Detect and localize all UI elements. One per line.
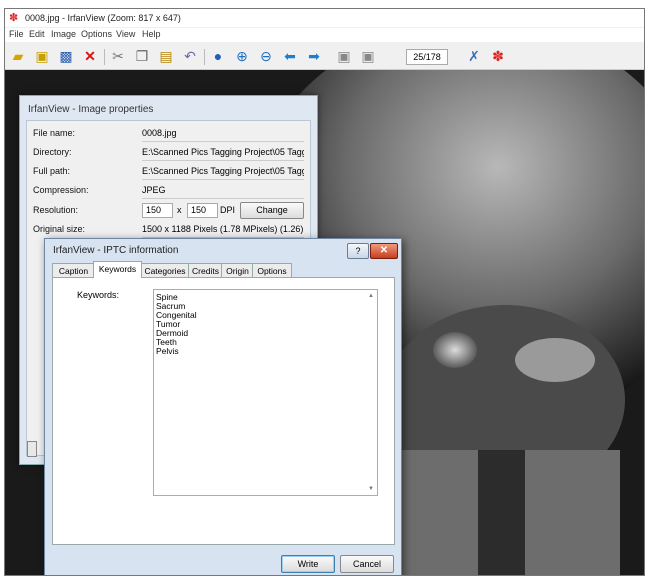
help-button[interactable]: ? [347,243,369,259]
menu-bar: File Edit Image Options View Help [5,28,644,42]
slideshow-icon[interactable]: ▣ [33,47,51,65]
menu-edit[interactable]: Edit [29,29,45,39]
tab-credits[interactable]: Credits [188,263,223,278]
delete-icon[interactable]: ✕ [81,47,99,65]
directory-label: Directory: [33,147,72,157]
resolution-x-input[interactable]: 150 [142,203,173,218]
property-row: Compression: JPEG [33,183,304,199]
title-bar[interactable]: ✽ 0008.jpg - IrfanView (Zoom: 817 x 647) [5,9,644,27]
tab-categories[interactable]: Categories [140,263,190,278]
write-button[interactable]: Write [281,555,335,573]
toolbar: ▰ ▣ ▩ ✕ ✂ ❐ ▤ ↶ ● ⊕ ⊖ ⬅ ➡ ▣ ▣ 25/178 ✗ ✽ [5,43,644,70]
keywords-list: Spine Sacrum Congenital Tumor Dermoid Te… [156,293,197,356]
exit-icon[interactable]: ✽ [489,47,507,65]
resolution-y-input[interactable]: 150 [187,203,218,218]
original-size-value: 1500 x 1188 Pixels (1.78 MPixels) (1.26) [142,222,304,238]
file-name-label: File name: [33,128,76,138]
resolution-separator: x [177,205,182,215]
paste-icon[interactable]: ▤ [157,47,175,65]
image-properties-title: IrfanView - Image properties [28,104,154,115]
next-image-icon[interactable]: ➡ [305,47,323,65]
scroll-down-arrow-icon[interactable]: ▼ [368,486,374,492]
file-name-value: 0008.jpg [142,126,304,142]
close-button[interactable]: ✕ [370,243,398,259]
keywords-label: Keywords: [77,290,120,300]
tab-keywords[interactable]: Keywords [93,261,142,278]
keywords-panel: Keywords: Spine Sacrum Congenital Tumor … [52,277,395,545]
resolution-unit: DPI [220,205,236,215]
window-title: 0008.jpg - IrfanView (Zoom: 817 x 647) [25,13,181,23]
menu-file[interactable]: File [9,29,24,39]
menu-image[interactable]: Image [51,29,76,39]
menu-options[interactable]: Options [81,29,112,39]
full-path-value: E:\Scanned Pics Tagging Project\05 Tagge [142,164,304,180]
tab-options[interactable]: Options [252,263,292,278]
zoom-in-icon[interactable]: ⊕ [233,47,251,65]
property-row: File name: 0008.jpg [33,126,304,142]
full-path-label: Full path: [33,166,71,176]
irfanview-window: ✽ 0008.jpg - IrfanView (Zoom: 817 x 647)… [4,8,645,576]
keyword-item: Pelvis [156,346,179,356]
open-folder-icon[interactable]: ▰ [9,47,27,65]
cut-icon[interactable]: ✂ [109,47,127,65]
zoom-out-icon[interactable]: ⊖ [257,47,275,65]
property-row: Full path: E:\Scanned Pics Tagging Proje… [33,164,304,180]
original-size-label: Original size: [33,224,86,234]
compression-label: Compression: [33,185,89,195]
info-icon[interactable]: ● [209,47,227,65]
cancel-button[interactable]: Cancel [340,555,394,573]
iptc-dialog-title: IrfanView - IPTC information [53,245,179,256]
resolution-label: Resolution: [33,205,79,215]
image-counter: 25/178 [406,49,448,65]
tab-caption[interactable]: Caption [52,263,95,278]
directory-value: E:\Scanned Pics Tagging Project\05 Tagge [142,145,304,161]
irfanview-app-icon: ✽ [9,12,19,24]
save-icon[interactable]: ▩ [57,47,75,65]
keywords-textarea[interactable]: Spine Sacrum Congenital Tumor Dermoid Te… [153,289,378,496]
undo-icon[interactable]: ↶ [181,47,199,65]
copy-icon[interactable]: ❐ [133,47,151,65]
change-resolution-button[interactable]: Change [240,202,304,219]
first-page-icon[interactable]: ▣ [335,47,353,65]
menu-view[interactable]: View [116,29,135,39]
resolution-row: Resolution: 150 x 150 DPI Change [33,202,304,219]
scroll-up-arrow-icon[interactable]: ▲ [368,293,374,299]
toolbar-separator [104,49,105,65]
previous-image-icon[interactable]: ⬅ [281,47,299,65]
partial-button[interactable] [27,441,37,457]
last-page-icon[interactable]: ▣ [359,47,377,65]
close-icon: ✕ [379,245,389,256]
settings-tools-icon[interactable]: ✗ [465,47,483,65]
property-row: Directory: E:\Scanned Pics Tagging Proje… [33,145,304,161]
compression-value: JPEG [142,183,304,199]
tab-strip: Caption Keywords Categories Credits Orig… [52,261,394,278]
menu-help[interactable]: Help [142,29,161,39]
tab-origin[interactable]: Origin [221,263,254,278]
toolbar-separator [204,49,205,65]
iptc-information-dialog: IrfanView - IPTC information ? ✕ Caption… [44,238,402,575]
property-row: Original size: 1500 x 1188 Pixels (1.78 … [33,222,304,238]
